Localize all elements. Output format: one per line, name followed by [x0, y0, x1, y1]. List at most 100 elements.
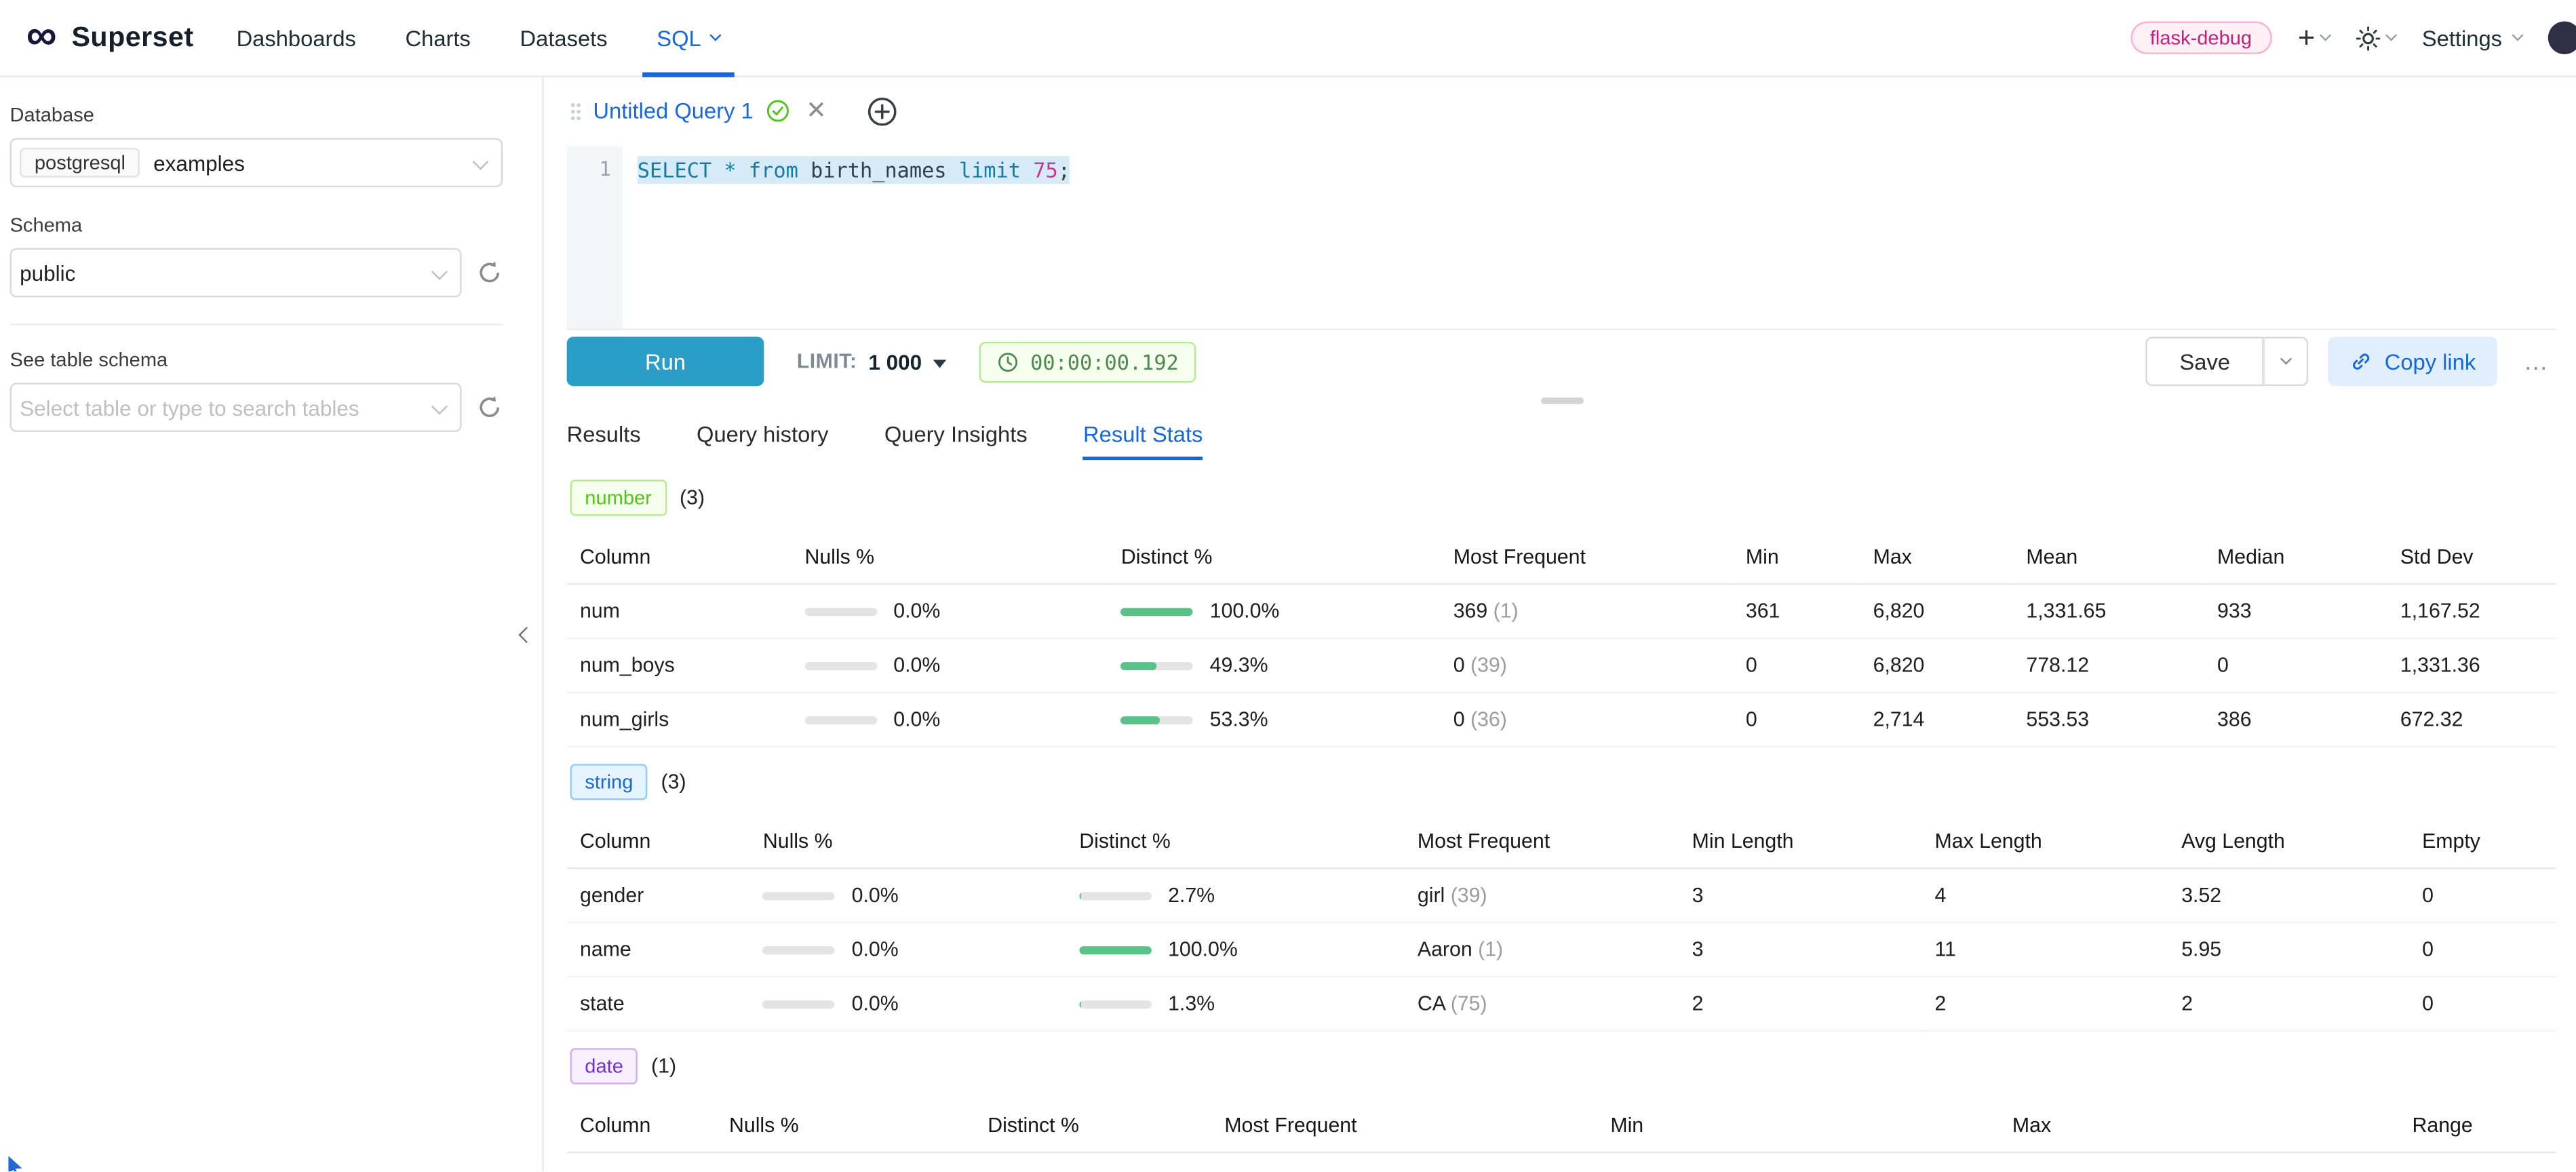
refresh-tables-icon[interactable]	[476, 394, 503, 421]
chevron-down-icon	[2320, 30, 2332, 41]
table-schema-label: See table schema	[10, 349, 503, 372]
stat-cell: 6,820	[1860, 639, 2013, 693]
progress-bar	[804, 662, 877, 670]
settings-menu[interactable]: Settings	[2422, 26, 2522, 50]
avatar[interactable]	[2548, 21, 2576, 54]
sqllab-sidebar: Database postgresql examples Schema publ…	[0, 77, 544, 1171]
most-frequent-cell: 0 (36)	[1440, 693, 1732, 747]
editor-toolbar: Run LIMIT: 1 000 00:00:00.192 Save	[567, 330, 2556, 394]
sql-token: birth_names	[811, 157, 959, 182]
chevron-down-icon	[2512, 30, 2523, 41]
sql-token: *	[724, 157, 748, 182]
stat-cell: state	[567, 977, 750, 1032]
stats-table: ColumnNulls %Distinct %Most FrequentMin …	[567, 816, 2556, 1033]
schema-select[interactable]: public	[10, 248, 462, 298]
editor-code-area[interactable]: SELECT * from birth_names limit 75;	[623, 146, 2556, 328]
stat-cell: 3.52	[2168, 869, 2409, 923]
frequent-value: girl	[1418, 884, 1445, 907]
plus-circle-icon	[867, 97, 897, 127]
stats-section-string: string(3)ColumnNulls %Distinct %Most Fre…	[567, 764, 2556, 1032]
results-tabbar: Results Query history Query Insights Res…	[567, 409, 2556, 461]
stat-cell: 386	[2204, 693, 2387, 747]
percent-label: 0.0%	[852, 939, 899, 962]
toolbar-right: Save Copy link …	[2145, 337, 2556, 387]
tab-results[interactable]: Results	[567, 409, 641, 461]
stat-cell: 1965-01-01T03:00:00.000Z	[1999, 1153, 2400, 1171]
query-success-icon	[765, 99, 789, 123]
limit-dropdown[interactable]: LIMIT: 1 000	[797, 349, 947, 374]
column-count: (3)	[680, 487, 705, 510]
save-dropdown-button[interactable]	[2265, 337, 2309, 387]
sql-token: from	[749, 157, 811, 182]
percent-label: 0.0%	[893, 709, 940, 732]
theme-menu[interactable]	[2356, 26, 2396, 50]
stat-cell: 1965-01-01T03:00:00.000Z	[1597, 1153, 1999, 1171]
database-select[interactable]: postgresql examples	[10, 138, 503, 187]
chevron-down-icon	[431, 399, 448, 415]
run-button[interactable]: Run	[567, 337, 764, 387]
section-header: number(3)	[570, 480, 2556, 516]
percent-label: 2.7%	[1168, 884, 1215, 907]
progress-bar	[1079, 1000, 1152, 1009]
column-header: Distinct %	[1108, 532, 1440, 585]
timer-value: 00:00:00.192	[1030, 349, 1179, 374]
column-header: Min Length	[1679, 816, 1921, 870]
nav-dashboards[interactable]: Dashboards	[237, 0, 356, 77]
stat-cell: 361	[1733, 585, 1860, 639]
brand-name: Superset	[71, 21, 193, 54]
tab-result-stats[interactable]: Result Stats	[1083, 409, 1203, 461]
percent-cell: 1.3%	[1066, 977, 1405, 1032]
sql-query-text: SELECT * from birth_names limit 75;	[638, 156, 1070, 184]
tab-query-insights[interactable]: Query Insights	[884, 409, 1028, 461]
collapse-sidebar-icon[interactable]	[514, 612, 539, 655]
table-row: num_girls0.0%53.3%0 (36)02,714553.533866…	[567, 693, 2556, 747]
caret-down-icon	[933, 359, 946, 367]
column-header: Column	[567, 532, 792, 585]
table-select-placeholder: Select table or type to search tables	[20, 395, 359, 420]
drag-handle-icon	[570, 102, 581, 121]
stat-cell: 1,167.52	[2387, 585, 2556, 639]
save-button[interactable]: Save	[2145, 337, 2265, 387]
column-count: (1)	[651, 1055, 676, 1078]
copy-link-button[interactable]: Copy link	[2328, 337, 2497, 387]
panel-resize-handle[interactable]	[567, 393, 2556, 409]
nav-datasets[interactable]: Datasets	[520, 0, 608, 77]
table-row: ds0.0%1.3%1965-01-01T00:00:00 (75)1965-0…	[567, 1153, 2556, 1171]
copy-link-label: Copy link	[2385, 349, 2476, 374]
frequent-value: 1965-01-01T00:00:00	[1224, 1169, 1422, 1171]
link-icon	[2350, 350, 2373, 373]
stats-section-number: number(3)ColumnNulls %Distinct %Most Fre…	[567, 480, 2556, 748]
stat-cell: 3	[1679, 923, 1921, 977]
percent-label: 49.3%	[1210, 655, 1268, 678]
section-header: date(1)	[570, 1049, 2556, 1085]
sql-token: 75	[1033, 157, 1057, 182]
stat-cell: 1,331.65	[2013, 585, 2204, 639]
column-header: Nulls %	[716, 1100, 975, 1154]
progress-bar	[1121, 608, 1194, 616]
frequent-count: (1)	[1487, 600, 1518, 623]
editor-tabbar: Untitled Query 1 ✕	[567, 77, 2556, 146]
percent-label: 0.0%	[852, 993, 899, 1016]
table-select[interactable]: Select table or type to search tables	[10, 383, 462, 432]
column-header: Nulls %	[792, 532, 1108, 585]
close-tab-icon[interactable]: ✕	[806, 99, 826, 123]
column-header: Median	[2204, 532, 2387, 585]
more-options-icon[interactable]: …	[2517, 347, 2556, 375]
percent-cell: 0.0%	[716, 1153, 975, 1171]
nav-sql[interactable]: SQL	[657, 0, 719, 77]
stat-cell: 0	[2409, 977, 2556, 1032]
tab-query-history[interactable]: Query history	[697, 409, 828, 461]
nav-charts[interactable]: Charts	[406, 0, 471, 77]
percent-label: 0.0%	[852, 884, 899, 907]
refresh-schemas-icon[interactable]	[476, 260, 503, 286]
sql-editor[interactable]: 1 SELECT * from birth_names limit 75;	[567, 146, 2556, 329]
query-tab[interactable]: Untitled Query 1 ✕	[567, 99, 830, 123]
progress-bar	[763, 1000, 836, 1009]
column-count: (3)	[661, 771, 686, 794]
frequent-count: (75)	[1422, 1169, 1464, 1171]
column-header: Column	[567, 1100, 716, 1154]
new-item-menu[interactable]: +	[2298, 23, 2330, 53]
percent-cell: 53.3%	[1108, 693, 1440, 747]
new-tab-button[interactable]	[866, 95, 899, 128]
superset-logo[interactable]: ∞ Superset	[26, 16, 194, 59]
